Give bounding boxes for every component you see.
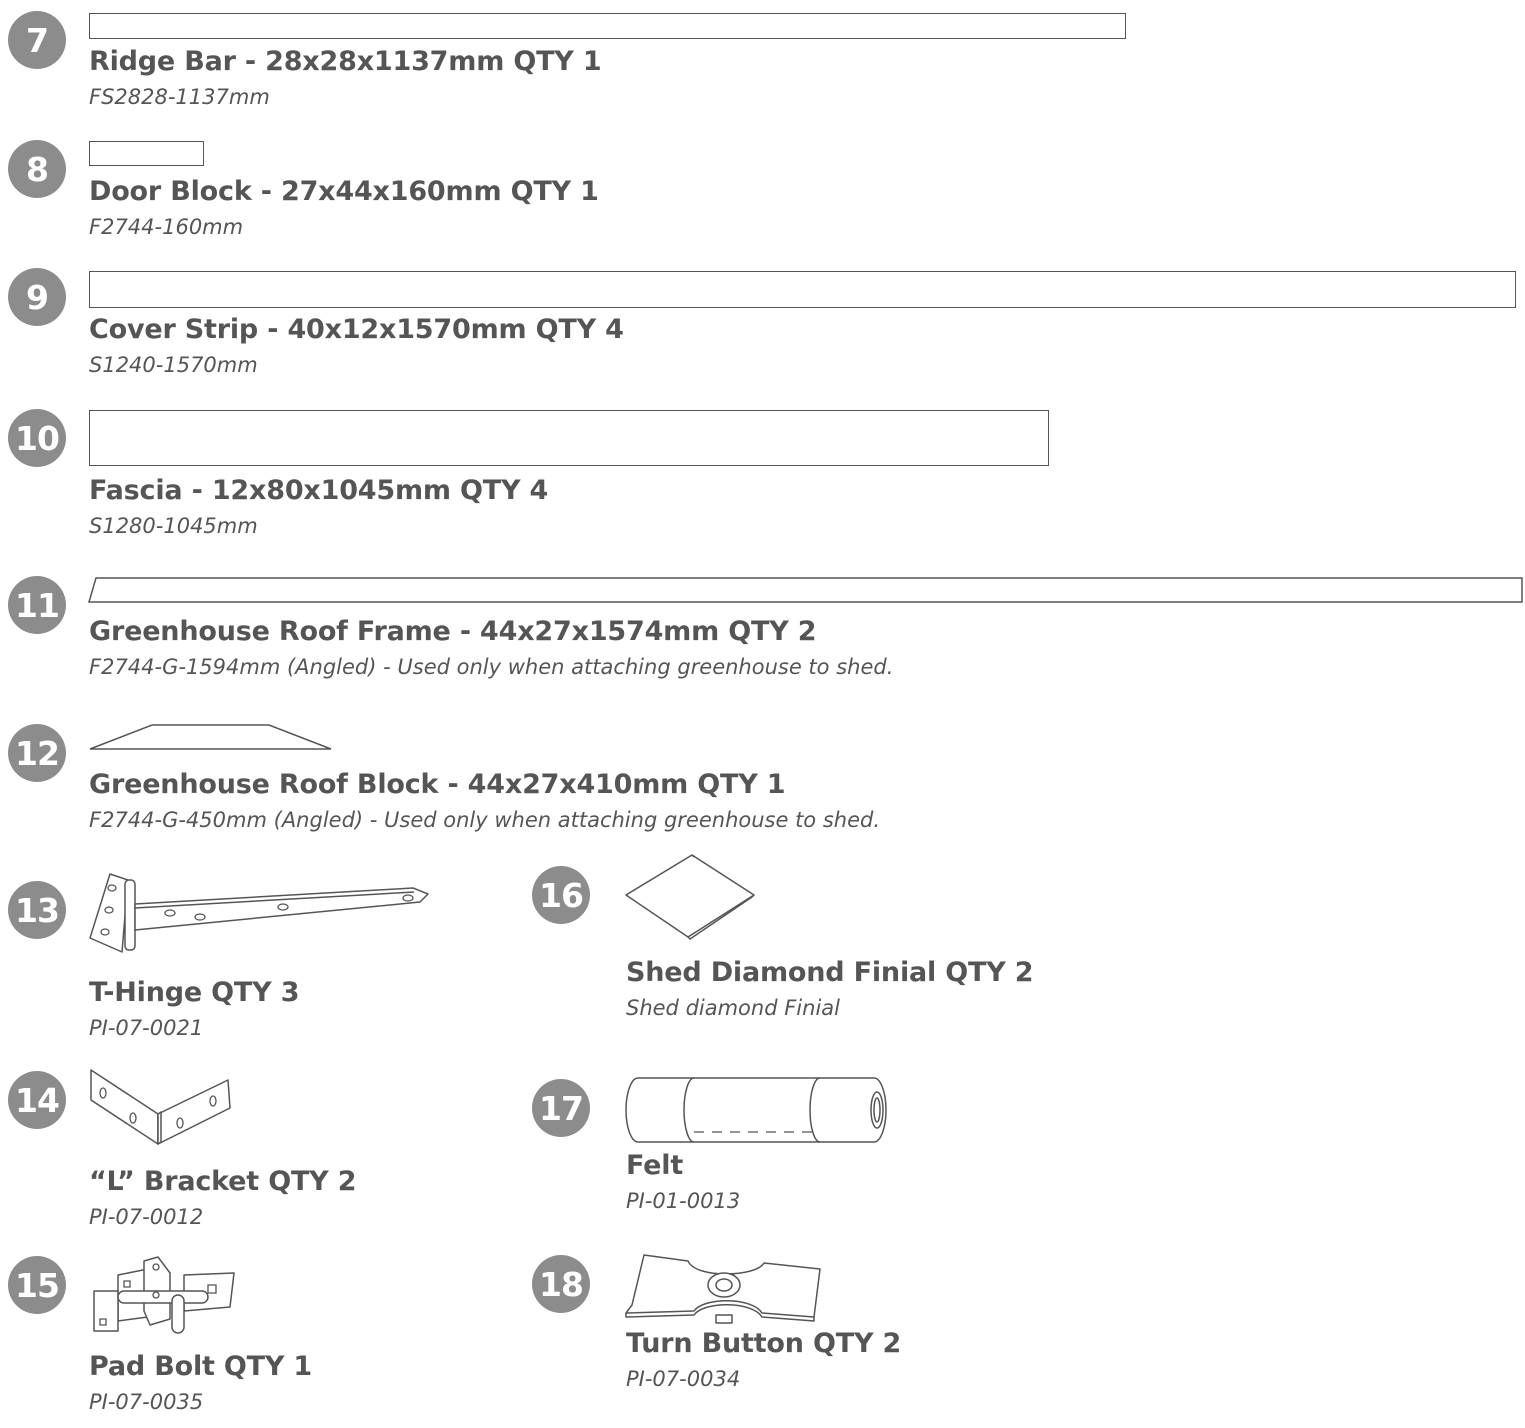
diamond-finial-icon: [624, 853, 756, 939]
pad-bolt-icon: [88, 1255, 238, 1339]
item-number-badge-8: 8: [8, 140, 66, 198]
item-number-badge-11: 11: [8, 576, 66, 634]
item-number-badge-16: 16: [532, 866, 590, 924]
item-code-greenhouse-roof-frame: F2744-G-1594mm (Angled) - Used only when…: [89, 655, 894, 679]
item-number-badge-13: 13: [8, 881, 66, 939]
greenhouse-roof-frame-diagram: [88, 576, 1524, 604]
item-number-badge-9: 9: [8, 268, 66, 326]
item-code-felt: PI-01-0013: [626, 1189, 741, 1213]
item-code-pad-bolt: PI-07-0035: [89, 1390, 204, 1414]
item-title-fascia: Fascia - 12x80x1045mm QTY 4: [89, 475, 549, 506]
felt-roll-icon: [624, 1076, 888, 1144]
l-bracket-icon: [88, 1066, 236, 1150]
item-code-ridge-bar: FS2828-1137mm: [89, 85, 270, 109]
item-title-pad-bolt: Pad Bolt QTY 1: [89, 1351, 313, 1382]
item-title-t-hinge: T-Hinge QTY 3: [89, 977, 300, 1008]
item-number-badge-17: 17: [532, 1079, 590, 1137]
greenhouse-roof-block-diagram: [88, 723, 333, 751]
item-title-felt: Felt: [626, 1150, 684, 1181]
item-title-ridge-bar: Ridge Bar - 28x28x1137mm QTY 1: [89, 46, 602, 77]
door-block-diagram: [89, 141, 204, 166]
fascia-diagram: [89, 410, 1049, 466]
item-code-cover-strip: S1240-1570mm: [89, 353, 258, 377]
item-number-badge-18: 18: [532, 1255, 590, 1313]
item-title-cover-strip: Cover Strip - 40x12x1570mm QTY 4: [89, 314, 624, 345]
item-title-l-bracket: “L” Bracket QTY 2: [89, 1166, 357, 1197]
turn-button-icon: [624, 1253, 824, 1329]
item-code-door-block: F2744-160mm: [89, 215, 244, 239]
item-code-l-bracket: PI-07-0012: [89, 1205, 204, 1229]
item-number-badge-10: 10: [8, 409, 66, 467]
item-title-greenhouse-roof-frame: Greenhouse Roof Frame - 44x27x1574mm QTY…: [89, 616, 817, 647]
item-code-fascia: S1280-1045mm: [89, 514, 258, 538]
item-title-turn-button: Turn Button QTY 2: [626, 1328, 902, 1359]
ridge-bar-diagram: [89, 13, 1126, 39]
item-code-t-hinge: PI-07-0021: [89, 1016, 204, 1040]
item-number-badge-14: 14: [8, 1071, 66, 1129]
item-title-greenhouse-roof-block: Greenhouse Roof Block - 44x27x410mm QTY …: [89, 769, 786, 800]
item-number-badge-15: 15: [8, 1256, 66, 1314]
item-number-badge-12: 12: [8, 724, 66, 782]
item-title-diamond-finial: Shed Diamond Finial QTY 2: [626, 957, 1034, 988]
t-hinge-icon: [88, 866, 433, 956]
item-code-greenhouse-roof-block: F2744-G-450mm (Angled) - Used only when …: [89, 808, 881, 832]
cover-strip-diagram: [89, 271, 1516, 308]
item-code-turn-button: PI-07-0034: [626, 1367, 741, 1391]
item-title-door-block: Door Block - 27x44x160mm QTY 1: [89, 176, 599, 207]
item-code-diamond-finial: Shed diamond Finial: [626, 996, 840, 1020]
item-number-badge-7: 7: [8, 11, 66, 69]
